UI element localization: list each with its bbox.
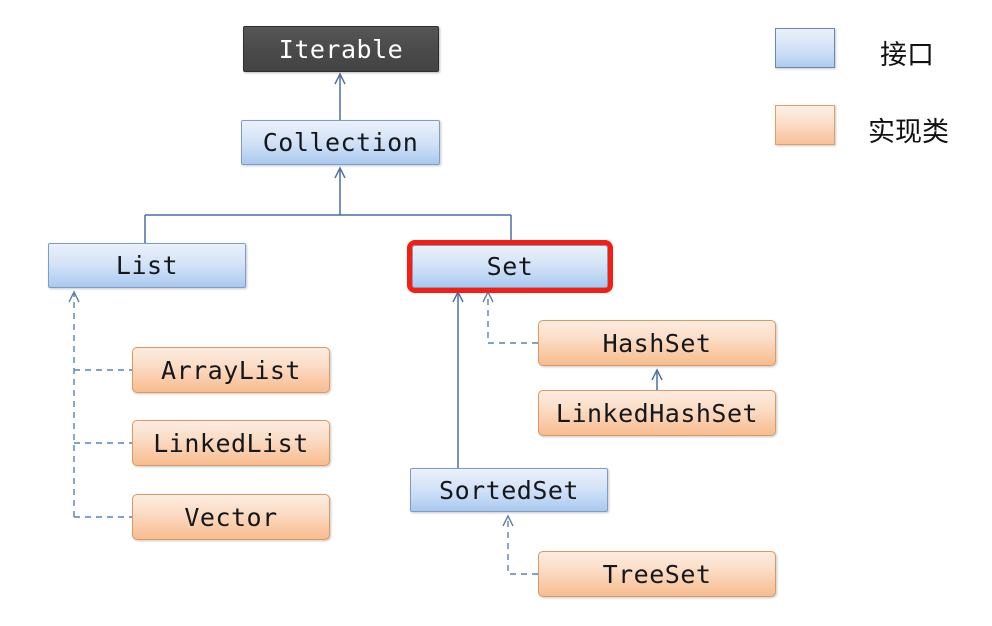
node-label: Set <box>486 252 534 281</box>
edge-list-implementations <box>68 290 132 518</box>
node-label: HashSet <box>602 328 712 358</box>
legend-swatch-interface <box>775 28 835 68</box>
node-label: Iterable <box>278 34 404 64</box>
legend-label-interface: 接口 <box>880 40 934 71</box>
node-label: ArrayList <box>161 355 301 385</box>
legend-swatch-implementation <box>775 105 835 145</box>
legend-label-implementation: 实现类 <box>868 117 949 148</box>
node-arraylist[interactable]: ArrayList <box>132 347 330 393</box>
node-hashset[interactable]: HashSet <box>538 320 776 366</box>
node-iterable[interactable]: Iterable <box>243 26 439 72</box>
diagram-canvas: Iterable Collection List Set ArrayList L… <box>0 0 992 626</box>
node-label: Vector <box>184 502 278 532</box>
node-linkedlist[interactable]: LinkedList <box>132 420 330 466</box>
node-label: LinkedHashSet <box>555 398 759 428</box>
node-list[interactable]: List <box>48 243 246 288</box>
node-label: List <box>115 251 179 280</box>
node-set[interactable]: Set <box>407 240 613 293</box>
node-treeset[interactable]: TreeSet <box>538 551 776 597</box>
node-collection[interactable]: Collection <box>241 120 440 165</box>
edge-treeset-to-sortedset <box>502 514 538 575</box>
node-sortedset[interactable]: SortedSet <box>410 468 608 512</box>
node-label: LinkedList <box>153 428 309 458</box>
node-vector[interactable]: Vector <box>132 494 330 540</box>
edge-collection-children-bus <box>144 166 512 245</box>
node-label: TreeSet <box>602 559 712 589</box>
node-label: SortedSet <box>439 475 579 505</box>
edge-hashset-to-set <box>482 290 538 344</box>
node-linkedhashset[interactable]: LinkedHashSet <box>538 390 776 436</box>
node-label: Collection <box>262 128 419 157</box>
